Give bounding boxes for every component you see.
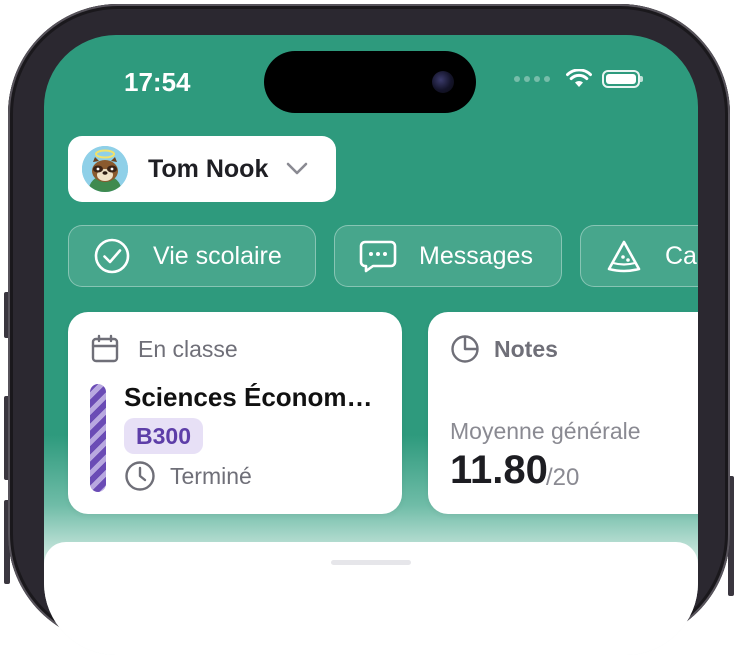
chip-cantine[interactable]: Ca	[580, 225, 698, 287]
card-header: Notes	[450, 334, 558, 364]
sheet-handle[interactable]	[331, 560, 411, 565]
phone-screen: 17:54 Tom Nook Vie scolaire Messages Ca …	[44, 35, 698, 655]
card-title: En classe	[138, 335, 238, 362]
notes-card[interactable]: Notes Moyenne générale 11.80 /20	[428, 312, 698, 514]
calendar-icon	[91, 334, 119, 363]
bottom-sheet[interactable]	[44, 542, 698, 655]
cellular-signal-icon	[514, 76, 550, 82]
chevron-down-icon	[287, 162, 308, 175]
chat-bubble-icon	[359, 240, 397, 273]
chip-label: Messages	[419, 241, 533, 270]
front-camera	[432, 71, 454, 93]
check-circle-icon	[94, 238, 130, 274]
clock-icon	[125, 461, 155, 491]
user-name: Tom Nook	[148, 154, 269, 183]
average-label: Moyenne générale	[450, 418, 641, 444]
subject-color-stripe	[90, 384, 106, 492]
card-title: Notes	[494, 335, 558, 362]
dynamic-island	[264, 51, 476, 113]
user-switcher[interactable]: Tom Nook	[68, 136, 336, 202]
chip-messages[interactable]: Messages	[334, 225, 562, 287]
pie-chart-icon	[451, 335, 479, 363]
average-denominator: /20	[546, 464, 580, 491]
card-header: En classe	[90, 334, 238, 364]
pizza-slice-icon	[607, 240, 641, 273]
lesson-subject: Sciences Économ…	[124, 382, 373, 412]
shortcut-chips: Vie scolaire Messages Ca	[68, 225, 698, 287]
status-icons	[514, 69, 643, 89]
room-badge: B300	[124, 418, 203, 454]
average-value: 11.80	[450, 448, 548, 492]
avatar	[82, 146, 128, 192]
status-time: 17:54	[124, 67, 191, 97]
lesson-status-text: Terminé	[170, 462, 252, 489]
lesson-status: Terminé	[124, 460, 252, 492]
chip-vie-scolaire[interactable]: Vie scolaire	[68, 225, 316, 287]
chip-label: Vie scolaire	[153, 241, 282, 270]
battery-icon	[602, 70, 643, 88]
chip-label: Ca	[665, 241, 697, 270]
wifi-icon	[566, 69, 592, 87]
en-classe-card[interactable]: En classe Sciences Économ… B300 Terminé	[68, 312, 402, 514]
